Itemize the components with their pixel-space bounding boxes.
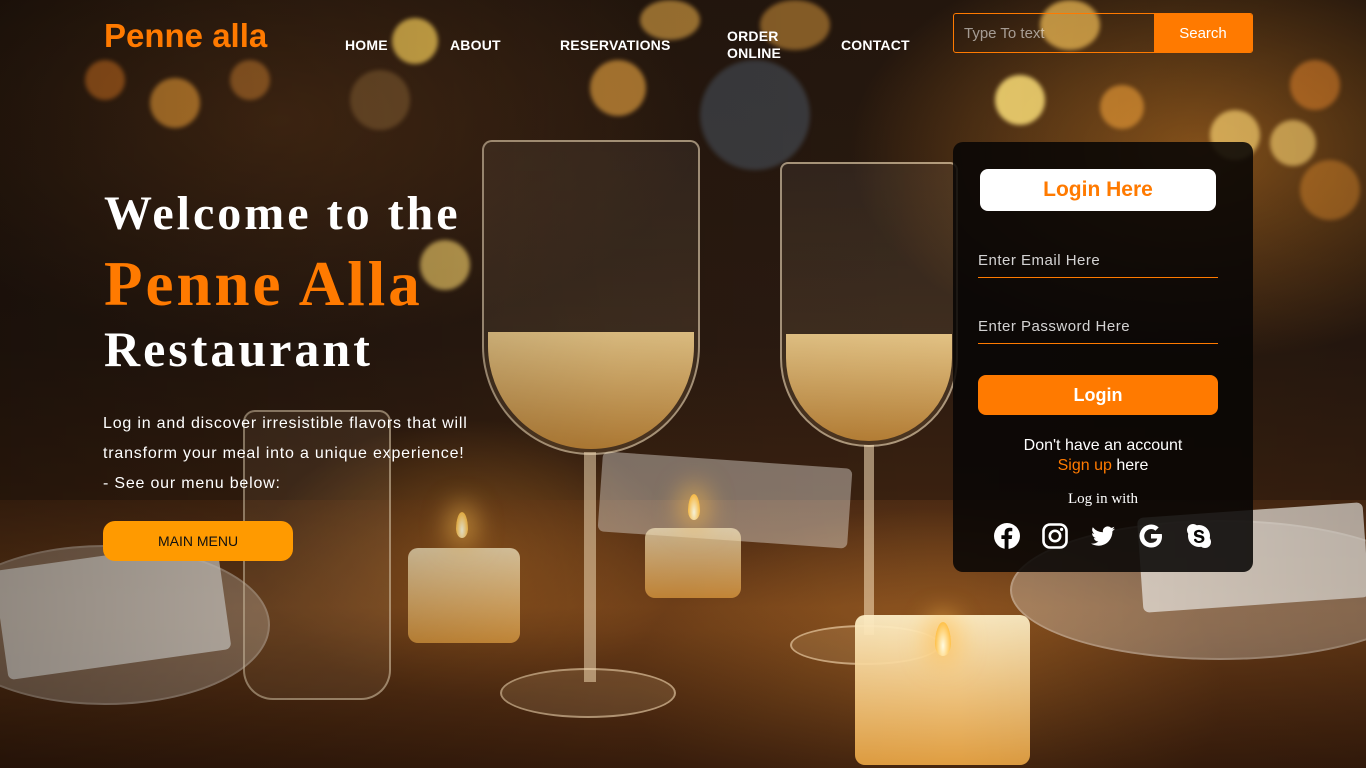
hero-title-line-1: Welcome to the bbox=[104, 187, 461, 240]
signup-line: Sign up here bbox=[953, 456, 1253, 476]
skype-icon[interactable] bbox=[1185, 522, 1213, 550]
brand-logo[interactable]: Penne alla bbox=[104, 17, 267, 55]
google-icon[interactable] bbox=[1137, 522, 1165, 550]
login-card: Login Here Login Don't have an account S… bbox=[953, 142, 1253, 572]
no-account-text: Don't have an account bbox=[1023, 437, 1183, 454]
nav-home[interactable]: HOME bbox=[345, 37, 388, 54]
nav-order-online[interactable]: ORDER ONLINE bbox=[727, 28, 781, 62]
password-field[interactable] bbox=[978, 310, 1218, 344]
search-button[interactable]: Search bbox=[1154, 14, 1252, 52]
hero-title-line-2: Penne Alla bbox=[104, 249, 423, 319]
hero-description-line: transform your meal into a unique experi… bbox=[103, 445, 465, 462]
facebook-icon[interactable] bbox=[993, 522, 1021, 550]
social-login-list bbox=[993, 522, 1213, 550]
instagram-icon[interactable] bbox=[1041, 522, 1069, 550]
twitter-icon[interactable] bbox=[1089, 522, 1117, 550]
hero-description-line: - See our menu below: bbox=[103, 475, 281, 492]
login-button[interactable]: Login bbox=[978, 375, 1218, 415]
nav-reservations[interactable]: RESERVATIONS bbox=[560, 37, 671, 54]
signup-suffix: here bbox=[1111, 457, 1149, 474]
signup-prompt: Don't have an account Sign up here bbox=[953, 436, 1253, 476]
login-with-label: Log in with bbox=[1068, 491, 1138, 507]
hero-description: Log in and discover irresistible flavors… bbox=[103, 409, 523, 499]
main-menu-button[interactable]: MAIN MENU bbox=[103, 521, 293, 561]
search-bar: Search bbox=[953, 13, 1253, 53]
nav-about[interactable]: ABOUT bbox=[450, 37, 501, 54]
signup-link[interactable]: Sign up bbox=[1058, 457, 1112, 474]
hero-title-line-3: Restaurant bbox=[104, 321, 373, 377]
nav-contact[interactable]: CONTACT bbox=[841, 37, 910, 54]
login-title: Login Here bbox=[980, 169, 1216, 211]
hero-description-line: Log in and discover irresistible flavors… bbox=[103, 415, 468, 432]
email-field[interactable] bbox=[978, 244, 1218, 278]
search-input[interactable] bbox=[954, 14, 1154, 52]
